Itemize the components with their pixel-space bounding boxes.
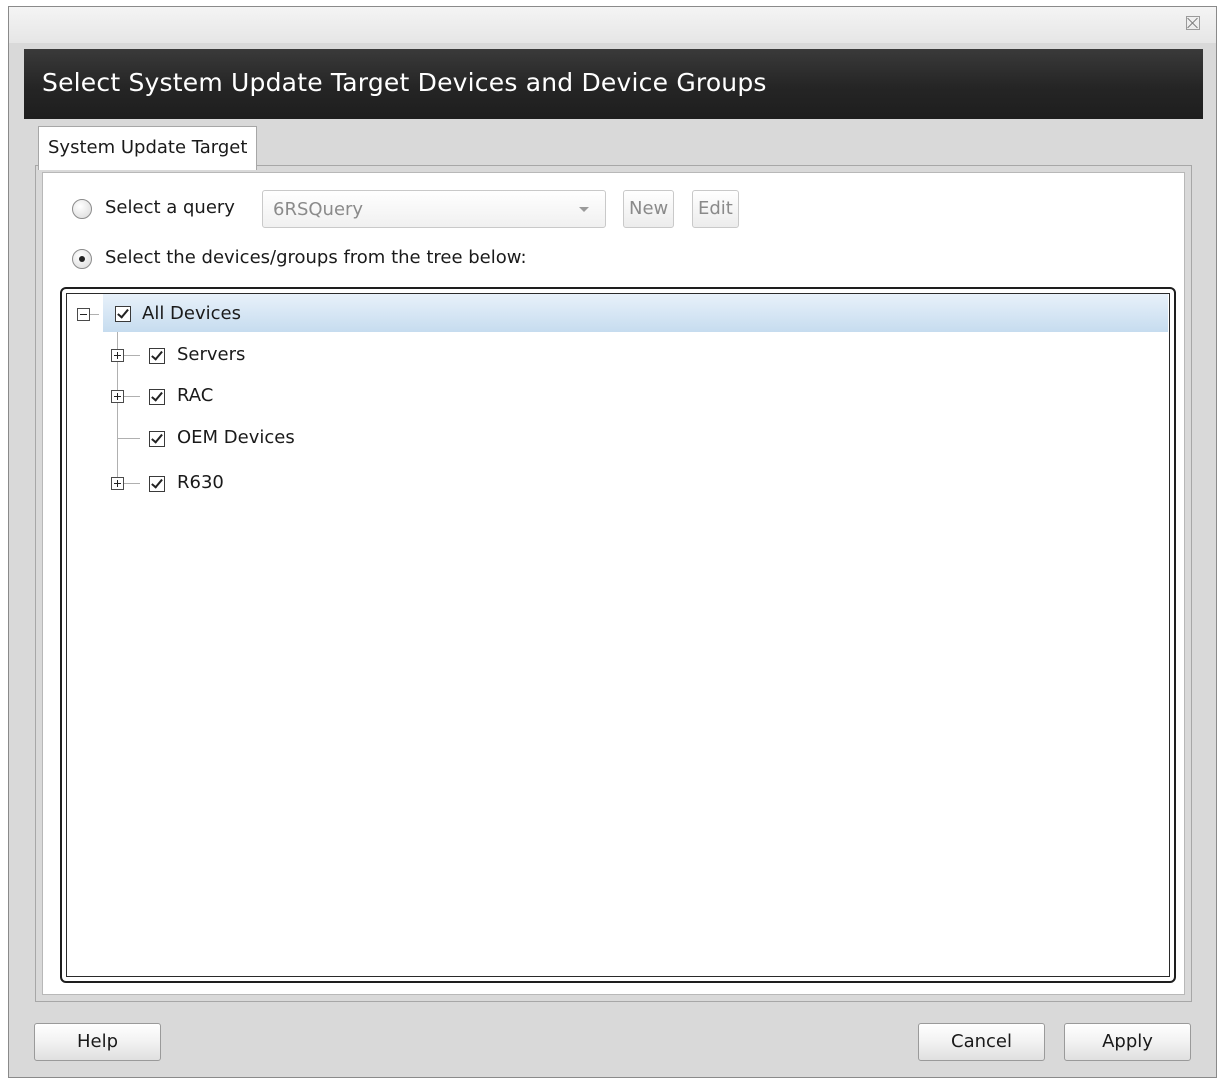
expand-icon[interactable] <box>111 349 124 362</box>
edit-query-button[interactable]: Edit <box>692 190 739 228</box>
window-titlebar <box>9 7 1216 43</box>
query-select[interactable]: 6RSQuery <box>262 190 606 228</box>
tree-line <box>90 314 99 315</box>
tree-checkbox-servers[interactable] <box>149 348 165 364</box>
tree-checkbox-oem-devices[interactable] <box>149 431 165 447</box>
tab-panel-container: Select a query 6RSQuery New Edit Select … <box>35 165 1192 1002</box>
dialog-header: Select System Update Target Devices and … <box>24 49 1203 119</box>
dialog-title: Select System Update Target Devices and … <box>42 68 767 97</box>
select-tree-label[interactable]: Select the devices/groups from the tree … <box>105 247 527 268</box>
apply-button[interactable]: Apply <box>1064 1023 1191 1061</box>
tree-label-oem-devices[interactable]: OEM Devices <box>177 427 295 448</box>
chevron-down-icon <box>579 207 589 212</box>
tree-label-all-devices[interactable]: All Devices <box>142 303 241 324</box>
tree-label-servers[interactable]: Servers <box>177 344 245 365</box>
tree-line <box>124 396 140 397</box>
close-icon[interactable] <box>1186 16 1200 30</box>
new-query-button[interactable]: New <box>623 190 675 228</box>
tree-line <box>124 355 140 356</box>
dialog-window: Select System Update Target Devices and … <box>8 6 1217 1078</box>
query-select-value: 6RSQuery <box>273 199 364 220</box>
help-button[interactable]: Help <box>34 1023 161 1061</box>
collapse-icon[interactable] <box>77 308 90 321</box>
cancel-button[interactable]: Cancel <box>918 1023 1045 1061</box>
tree-line <box>124 483 140 484</box>
tree-label-r630[interactable]: R630 <box>177 472 224 493</box>
select-query-radio[interactable] <box>72 199 92 219</box>
tree-label-rac[interactable]: RAC <box>177 385 213 406</box>
select-query-label[interactable]: Select a query <box>105 197 235 218</box>
tree-item-all-devices[interactable] <box>103 294 1168 332</box>
expand-icon[interactable] <box>111 477 124 490</box>
device-tree-inner: All Devices Servers RAC OEM Devices R630 <box>66 293 1170 977</box>
tree-checkbox-r630[interactable] <box>149 476 165 492</box>
select-tree-radio[interactable] <box>72 249 92 269</box>
tab-system-update-target[interactable]: System Update Target <box>38 126 258 170</box>
device-tree: All Devices Servers RAC OEM Devices R630 <box>60 287 1176 983</box>
tree-line <box>117 438 140 439</box>
tree-checkbox-rac[interactable] <box>149 389 165 405</box>
tree-checkbox-all-devices[interactable] <box>115 306 131 322</box>
expand-icon[interactable] <box>111 390 124 403</box>
tab-panel: Select a query 6RSQuery New Edit Select … <box>42 172 1185 995</box>
